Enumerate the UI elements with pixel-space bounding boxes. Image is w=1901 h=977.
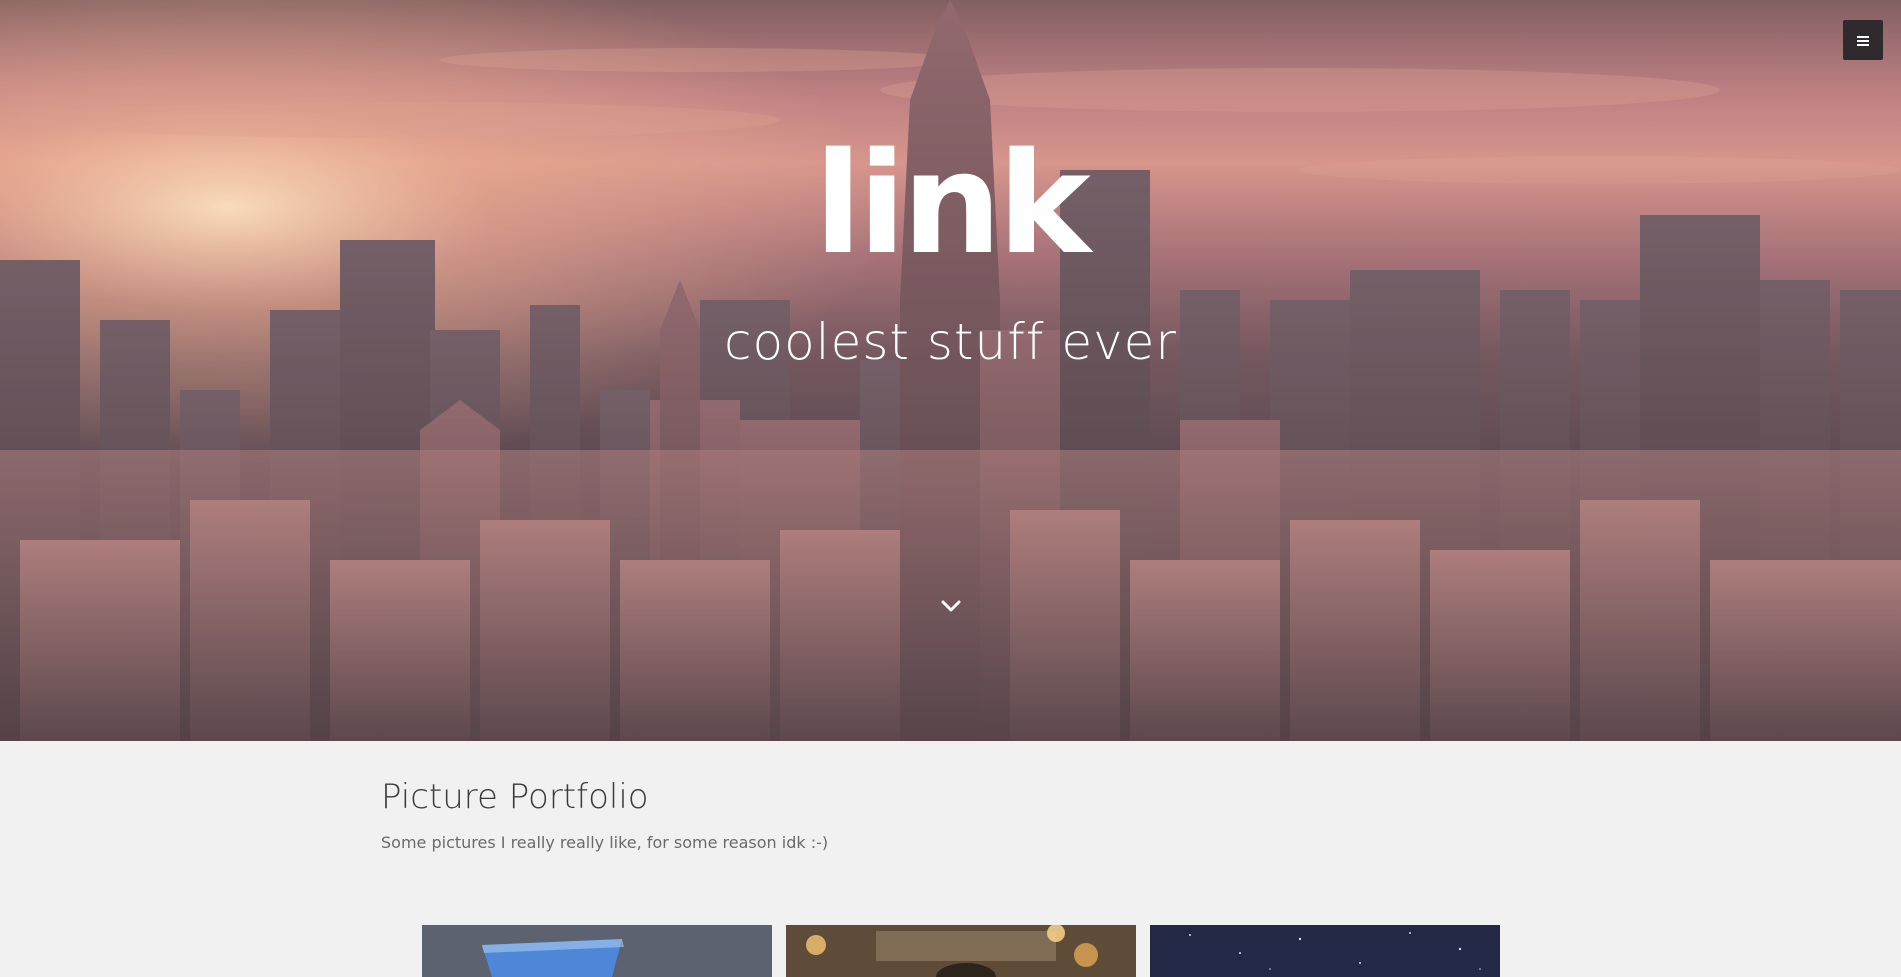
chevron-down-icon[interactable] (937, 592, 965, 620)
site-tagline: coolest stuff ever (724, 313, 1177, 371)
gallery-thumbnail[interactable] (422, 925, 772, 977)
section-description: Some pictures I really really like, for … (381, 833, 829, 852)
hero-banner: link coolest stuff ever (0, 0, 1901, 741)
warm-lights-photo (786, 925, 1136, 977)
hamburger-menu-icon (1857, 35, 1869, 46)
site-title: link (814, 123, 1091, 286)
gallery-thumbnail[interactable] (1150, 925, 1500, 977)
menu-toggle-button[interactable] (1843, 20, 1883, 60)
portfolio-section: Picture Portfolio Some pictures I really… (381, 776, 1521, 854)
gallery-thumbnail[interactable] (786, 925, 1136, 977)
night-sky-photo (1150, 925, 1500, 977)
section-title: Picture Portfolio (381, 777, 649, 817)
portfolio-gallery (422, 925, 1500, 977)
blue-screen-photo (422, 925, 772, 977)
